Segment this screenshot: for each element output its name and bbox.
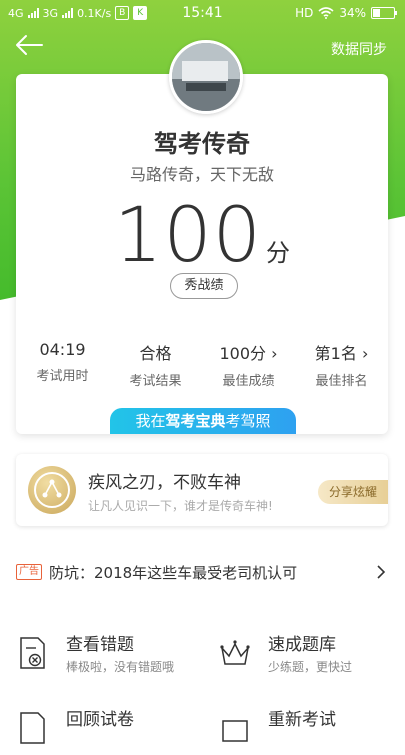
stat-value: 合格 [139, 344, 172, 363]
subtitle: 马路传奇，天下无敌 [129, 165, 274, 184]
stat-value: 100分 › [219, 344, 278, 363]
stat-value: 第1名 › [314, 344, 369, 363]
feature-title: 速成题库 [268, 635, 336, 655]
chevron-right-icon [377, 565, 386, 579]
score-value: 100 [113, 190, 263, 279]
quick-bank-button[interactable]: 速成题库 少练题，更快过 [220, 630, 400, 680]
share-badge-icon [28, 466, 76, 514]
wifi-icon [318, 7, 334, 19]
promo-prefix: 我在 [135, 412, 166, 430]
view-wrong-questions-button[interactable]: 查看错题 棒极啦，没有错题哦 [18, 630, 198, 680]
share-button[interactable]: 分享炫耀 [318, 480, 388, 504]
achievement-title: 疾风之刃，不败车神 [88, 473, 241, 493]
stat-label: 最佳排名 [315, 374, 368, 389]
promo-banner[interactable]: 我在驾考宝典考驾照 [110, 408, 296, 434]
stat-label: 考试结果 [129, 374, 182, 389]
battery-icon [371, 7, 397, 19]
show-record-button[interactable]: 秀战绩 [170, 273, 238, 299]
crown-icon [220, 640, 250, 665]
battery-percent: 34% [339, 6, 366, 20]
achievement-card: 疾风之刃，不败车神 让凡人见识一下，谁才是传奇车神! 分享炫耀 [16, 454, 388, 526]
stat-best-score[interactable]: 100分 › 最佳成绩 [202, 340, 295, 389]
retake-exam-button[interactable]: 重新考试 [220, 705, 400, 755]
stat-label: 考试用时 [36, 369, 89, 384]
data-sync-button[interactable]: 数据同步 [331, 39, 387, 59]
status-right: HD 34% [295, 6, 397, 20]
stats-row: 04:19 考试用时 合格 考试结果 100分 › 最佳成绩 第1名 › 最佳排… [16, 340, 388, 389]
promo-suffix: 考驾照 [225, 412, 271, 430]
feature-title: 查看错题 [66, 635, 134, 655]
page-title: 驾考传奇 [154, 130, 250, 158]
review-paper-button[interactable]: 回顾试卷 [18, 705, 198, 755]
stat-best-rank[interactable]: 第1名 › 最佳排名 [295, 340, 388, 389]
avatar-image [172, 43, 240, 111]
stat-exam-result: 合格 考试结果 [109, 340, 202, 389]
back-arrow-icon[interactable] [14, 33, 44, 57]
score-unit: 分 [266, 239, 291, 267]
feature-title: 重新考试 [268, 710, 336, 730]
ad-tag: 广告 [16, 564, 42, 580]
promo-highlight: 驾考宝典 [165, 412, 226, 430]
review-paper-icon [20, 712, 45, 744]
feature-subtitle: 棒极啦，没有错题哦 [66, 660, 175, 674]
retake-exam-icon [222, 720, 248, 742]
stat-exam-time: 04:19 考试用时 [16, 340, 109, 389]
feature-subtitle: 少练题，更快过 [268, 660, 353, 674]
avatar[interactable] [169, 40, 243, 114]
hd-label: HD [295, 6, 314, 20]
status-bar: 4G 3G 0.1K/s B K 15:41 HD 34% [0, 0, 405, 28]
wrong-questions-icon [20, 637, 45, 669]
chevron-right-icon: › [361, 344, 369, 363]
stat-label: 最佳成绩 [222, 374, 275, 389]
score-display: 100 分 [16, 190, 388, 279]
stat-value: 04:19 [39, 340, 86, 359]
ad-row[interactable]: 广告 防坑：2018年这些车最受老司机认可 [16, 562, 388, 584]
ad-text: 防坑：2018年这些车最受老司机认可 [49, 564, 298, 582]
feature-title: 回顾试卷 [66, 710, 134, 730]
achievement-subtitle: 让凡人见识一下，谁才是传奇车神! [88, 499, 273, 513]
chevron-right-icon: › [271, 344, 278, 363]
